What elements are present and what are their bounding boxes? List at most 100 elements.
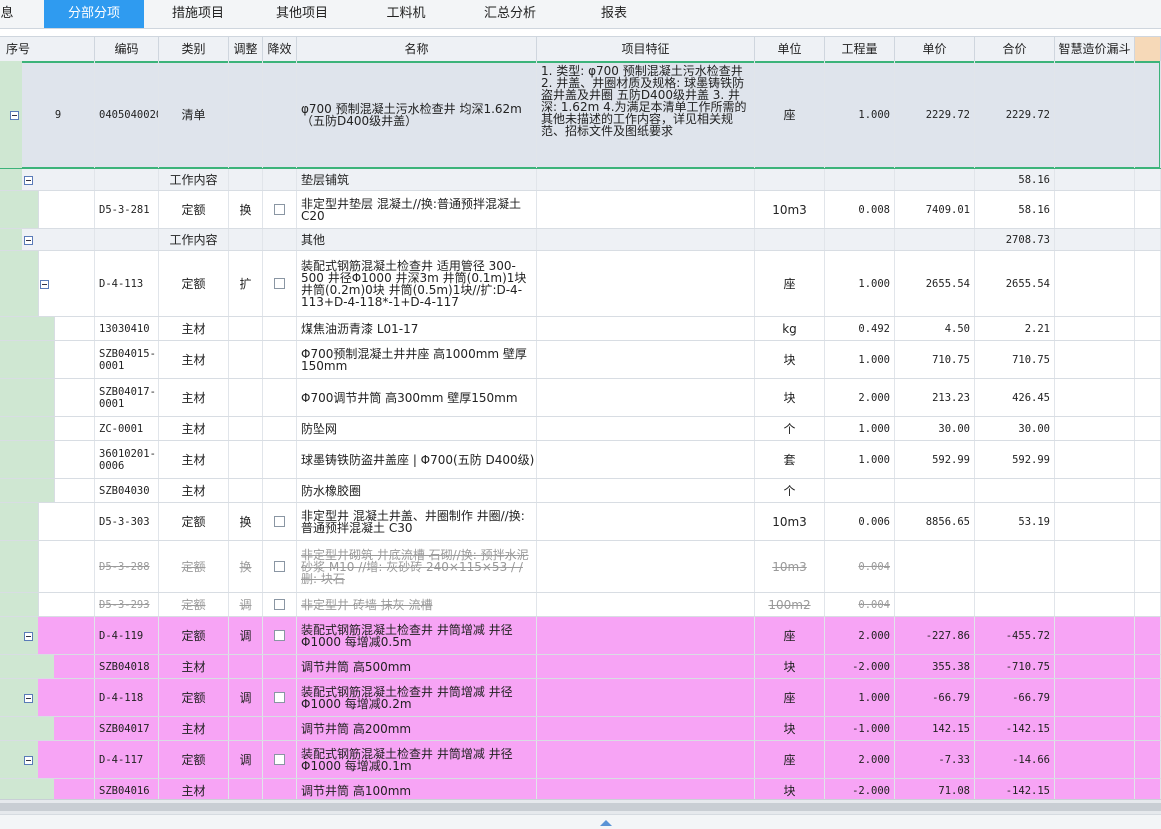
reduce-efficiency-checkbox[interactable] bbox=[274, 599, 285, 610]
table-row[interactable]: 9040504002002清单 φ700 预制混凝土污水检查井 均深1.62m（五… bbox=[0, 61, 1161, 169]
name-cell[interactable]: 非定型井砌筑 井底流槽 石砌//换: 预拌水泥砂浆 M10 //增: 灰砂砖 2… bbox=[297, 541, 537, 592]
col-header-10[interactable]: 合价 bbox=[975, 37, 1055, 61]
table-row[interactable]: 工作内容 其他 2708.73 bbox=[0, 229, 1161, 251]
col-header-4[interactable]: 降效 bbox=[263, 37, 297, 61]
reduce-efficiency-checkbox[interactable] bbox=[274, 692, 285, 703]
tab-6[interactable]: 报表 bbox=[560, 0, 668, 28]
table-row[interactable]: SZB04018 主材 调节井筒 高500mm 块 -2.000 355.38 -710.7… bbox=[0, 655, 1161, 679]
qty-cell[interactable]: -2.000 bbox=[825, 655, 895, 678]
name-cell[interactable]: 防水橡胶圈 bbox=[297, 479, 537, 502]
reduce-efficiency-cell[interactable] bbox=[263, 229, 297, 250]
code-cell[interactable]: D-4-113 bbox=[95, 251, 159, 316]
table-row[interactable]: D5-3-303 定额换非定型井 混凝土井盖、井圈制作 井圈//换: 普通预拌混凝… bbox=[0, 503, 1161, 541]
tab-2[interactable]: 措施项目 bbox=[144, 0, 252, 28]
table-row[interactable]: SZB04016 主材 调节井筒 高100mm 块 -2.000 71.08 -142.15 bbox=[0, 779, 1161, 799]
tab-4[interactable]: 工料机 bbox=[352, 0, 460, 28]
reduce-efficiency-cell[interactable] bbox=[263, 741, 297, 778]
reduce-efficiency-cell[interactable] bbox=[263, 417, 297, 440]
code-cell[interactable]: 13030410 bbox=[95, 317, 159, 340]
reduce-efficiency-cell[interactable] bbox=[263, 341, 297, 378]
code-cell[interactable]: D5-3-293 bbox=[95, 593, 159, 616]
table-row[interactable]: 36010201-0006 主材 球墨铸铁防盗井盖座 | Φ700(五防 D400级… bbox=[0, 441, 1161, 479]
name-cell[interactable]: 非定型井 混凝土井盖、井圈制作 井圈//换: 普通预拌混凝土 C30 bbox=[297, 503, 537, 540]
code-cell[interactable]: D-4-118 bbox=[95, 679, 159, 716]
qty-cell[interactable] bbox=[825, 479, 895, 502]
code-cell[interactable] bbox=[95, 229, 159, 250]
code-cell[interactable]: D5-3-281 bbox=[95, 191, 159, 228]
table-row[interactable]: D-4-113 定额扩装配式钢筋混凝土检查井 适用管径 300-500 井径Φ10… bbox=[0, 251, 1161, 317]
name-cell[interactable]: 调节井筒 高100mm bbox=[297, 779, 537, 799]
horizontal-scrollbar[interactable] bbox=[0, 799, 1161, 814]
code-cell[interactable]: SZB04018 bbox=[95, 655, 159, 678]
tab-1[interactable]: 分部分项 bbox=[44, 0, 144, 28]
name-cell[interactable]: 其他 bbox=[297, 229, 537, 250]
col-header-1[interactable]: 编码 bbox=[95, 37, 159, 61]
name-cell[interactable]: 非定型井 砖墙 抹灰 流槽 bbox=[297, 593, 537, 616]
name-cell[interactable]: 调节井筒 高200mm bbox=[297, 717, 537, 740]
code-cell[interactable]: 040504002002 bbox=[95, 61, 159, 168]
code-cell[interactable]: SZB04017 bbox=[95, 717, 159, 740]
name-cell[interactable]: 非定型井垫层 混凝土//换:普通预拌混凝土 C20 bbox=[297, 191, 537, 228]
reduce-efficiency-cell[interactable] bbox=[263, 251, 297, 316]
table-row[interactable]: D-4-119 定额调装配式钢筋混凝土检查井 井筒增减 井径Φ1000 每增减0.… bbox=[0, 617, 1161, 655]
collapse-toggle-icon[interactable] bbox=[24, 694, 33, 703]
qty-cell[interactable]: 1.000 bbox=[825, 417, 895, 440]
scrollbar-thumb[interactable] bbox=[0, 803, 1161, 811]
table-row[interactable]: SZB04017 主材 调节井筒 高200mm 块 -1.000 142.15 -142.1… bbox=[0, 717, 1161, 741]
table-row[interactable]: SZB04015-0001 主材 Φ700预制混凝土井井座 高1000mm 壁厚15… bbox=[0, 341, 1161, 379]
table-row[interactable]: D5-3-293 定额调 非定型井 砖墙 抹灰 流槽 100m2 0.004 bbox=[0, 593, 1161, 617]
reduce-efficiency-checkbox[interactable] bbox=[274, 278, 285, 289]
col-header-8[interactable]: 工程量 bbox=[825, 37, 895, 61]
table-row[interactable]: D-4-117 定额调装配式钢筋混凝土检查井 井筒增减 井径Φ1000 每增减0.… bbox=[0, 741, 1161, 779]
table-row[interactable]: 工作内容 垫层铺筑 58.16 bbox=[0, 169, 1161, 191]
qty-cell[interactable]: 2.000 bbox=[825, 741, 895, 778]
reduce-efficiency-cell[interactable] bbox=[263, 717, 297, 740]
qty-cell[interactable] bbox=[825, 229, 895, 250]
name-cell[interactable]: φ700 预制混凝土污水检查井 均深1.62m（五防D400级井盖） bbox=[297, 61, 537, 168]
reduce-efficiency-cell[interactable] bbox=[263, 169, 297, 190]
collapse-toggle-icon[interactable] bbox=[40, 280, 49, 289]
code-cell[interactable]: SZB04030 bbox=[95, 479, 159, 502]
table-row[interactable]: D-4-118 定额调装配式钢筋混凝土检查井 井筒增减 井径Φ1000 每增减0.… bbox=[0, 679, 1161, 717]
col-header-11[interactable]: 智慧造价漏斗 bbox=[1055, 37, 1135, 61]
qty-cell[interactable]: 1.000 bbox=[825, 251, 895, 316]
qty-cell[interactable]: 0.006 bbox=[825, 503, 895, 540]
qty-cell[interactable]: -2.000 bbox=[825, 779, 895, 799]
name-cell[interactable]: 垫层铺筑 bbox=[297, 169, 537, 190]
table-row[interactable]: D5-3-281 定额换非定型井垫层 混凝土//换:普通预拌混凝土 C20 10m3… bbox=[0, 191, 1161, 229]
code-cell[interactable] bbox=[95, 169, 159, 190]
qty-cell[interactable]: 0.004 bbox=[825, 593, 895, 616]
table-row[interactable]: SZB04030 主材 防水橡胶圈 个 bbox=[0, 479, 1161, 503]
code-cell[interactable]: D-4-117 bbox=[95, 741, 159, 778]
reduce-efficiency-cell[interactable] bbox=[263, 617, 297, 654]
qty-cell[interactable]: 2.000 bbox=[825, 617, 895, 654]
code-cell[interactable]: D5-3-288 bbox=[95, 541, 159, 592]
col-header-7[interactable]: 单位 bbox=[755, 37, 825, 61]
code-cell[interactable]: ZC-0001 bbox=[95, 417, 159, 440]
reduce-efficiency-cell[interactable] bbox=[263, 317, 297, 340]
qty-cell[interactable]: 2.000 bbox=[825, 379, 895, 416]
tab-3[interactable]: 其他项目 bbox=[252, 0, 352, 28]
collapse-toggle-icon[interactable] bbox=[10, 111, 19, 120]
qty-cell[interactable]: 1.000 bbox=[825, 441, 895, 478]
name-cell[interactable]: 装配式钢筋混凝土检查井 适用管径 300-500 井径Φ1000 井深3m 井筒… bbox=[297, 251, 537, 316]
reduce-efficiency-cell[interactable] bbox=[263, 441, 297, 478]
name-cell[interactable]: 装配式钢筋混凝土检查井 井筒增减 井径Φ1000 每增减0.2m bbox=[297, 679, 537, 716]
tab-0[interactable]: 息 bbox=[0, 0, 22, 28]
reduce-efficiency-checkbox[interactable] bbox=[274, 204, 285, 215]
col-header-9[interactable]: 单价 bbox=[895, 37, 975, 61]
reduce-efficiency-cell[interactable] bbox=[263, 779, 297, 799]
reduce-efficiency-cell[interactable] bbox=[263, 655, 297, 678]
code-cell[interactable]: D-4-119 bbox=[95, 617, 159, 654]
qty-cell[interactable]: 1.000 bbox=[825, 679, 895, 716]
qty-cell[interactable]: 1.000 bbox=[825, 61, 895, 168]
name-cell[interactable]: 装配式钢筋混凝土检查井 井筒增减 井径Φ1000 每增减0.5m bbox=[297, 617, 537, 654]
expand-panel-icon[interactable] bbox=[600, 820, 612, 826]
reduce-efficiency-cell[interactable] bbox=[263, 61, 297, 168]
reduce-efficiency-cell[interactable] bbox=[263, 379, 297, 416]
code-cell[interactable]: SZB04015-0001 bbox=[95, 341, 159, 378]
code-cell[interactable]: SZB04016 bbox=[95, 779, 159, 799]
name-cell[interactable]: 调节井筒 高500mm bbox=[297, 655, 537, 678]
tab-5[interactable]: 汇总分析 bbox=[460, 0, 560, 28]
col-header-5[interactable]: 名称 bbox=[297, 37, 537, 61]
